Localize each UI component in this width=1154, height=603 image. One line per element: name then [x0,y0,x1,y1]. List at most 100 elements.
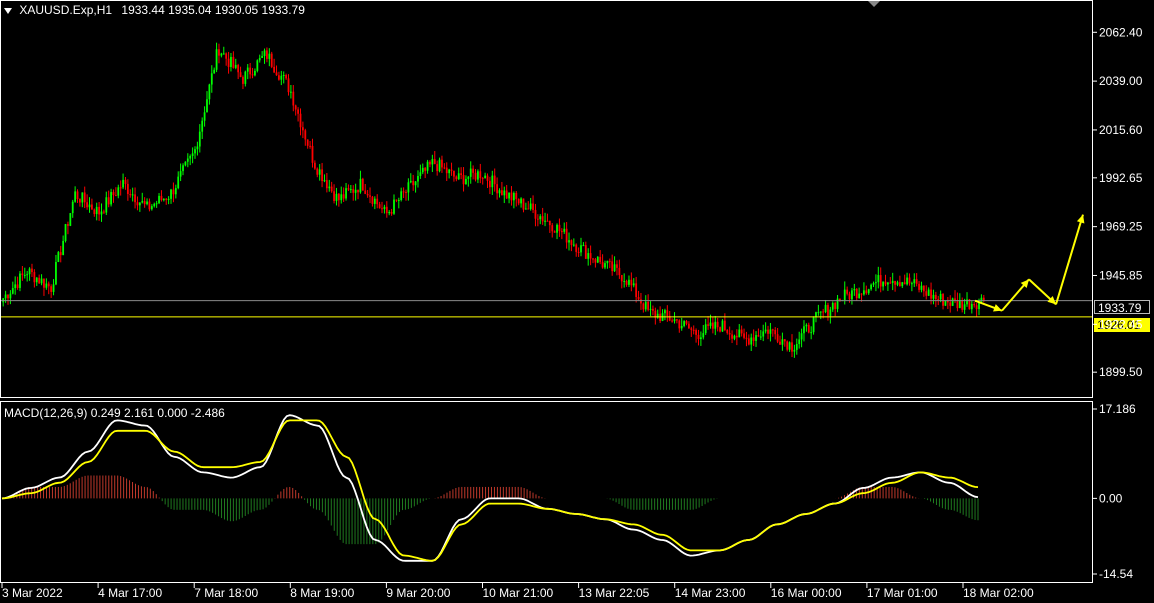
candle-body [340,194,343,201]
candle-body [635,283,638,297]
candle-body [100,211,103,215]
price-tick-label: 2015.60 [1099,123,1143,137]
candle-body [376,198,379,205]
candle-body [879,275,882,287]
candle-body [218,49,220,56]
candle-body [354,189,357,193]
candle-body [508,192,510,199]
forecast-arrows [974,214,1085,312]
candle-body [254,70,256,76]
candle-body [690,328,693,330]
candle-body [409,180,412,183]
candle-body [843,289,846,301]
macd-tick-label: 0.00 [1099,491,1123,505]
scroll-shift-marker[interactable] [868,1,880,7]
candle-body [196,146,199,150]
candle-body [886,282,889,285]
candle-body [664,310,666,314]
candle-body [453,170,455,177]
candle-body [59,252,62,256]
candle-body [747,338,750,345]
candle-body [517,198,520,204]
candle-body [493,175,496,185]
candle-body [855,288,858,299]
candle-body [788,342,791,350]
candle-body [846,289,849,294]
chart-canvas[interactable]: 2062.40 2039.00 2015.60 1992.65 1969.25 1945.… [0,0,1154,603]
candle-body [50,286,53,292]
candle-body [45,283,48,288]
candle-body [503,190,506,196]
candle-body [599,256,602,263]
candle-body [290,91,292,93]
candle-body [565,228,568,243]
candle-body [875,282,877,284]
candle-body [270,53,273,67]
candle-body [9,293,12,299]
candle-body [963,304,966,310]
candle-body [225,53,228,59]
candle-body [83,192,86,203]
candles-layer [2,42,985,358]
candle-body [733,335,736,339]
candle-body [114,195,117,197]
candle-body [714,321,717,329]
macd-tick-label: -14.54 [1099,567,1133,581]
candle-body [922,285,925,292]
candle-body [74,191,77,202]
candle-body [313,162,316,169]
candle-body [287,78,290,93]
candle-body [831,303,834,310]
candle-body [771,329,774,331]
candle-body [426,161,429,171]
candle-body [553,231,556,233]
candle-body [16,284,19,288]
candle-body [652,308,654,311]
price-axis: 2062.40 2039.00 2015.60 1992.65 1969.25 1945.… [1092,25,1143,379]
time-tick-label: 7 Mar 18:00 [194,586,258,600]
candle-body [455,176,458,180]
candle-body [944,300,947,306]
candle-body [532,203,534,210]
candle-body [234,64,237,68]
candle-body [462,175,465,185]
candle-body [762,331,765,337]
candle-body [817,312,820,314]
candle-body [28,268,31,275]
candle-body [673,319,676,322]
candle-body [318,169,321,175]
candle-body [783,339,786,342]
candle-body [743,333,745,338]
candle-body [88,204,91,208]
candle-body [361,178,364,191]
candle-body [764,329,767,332]
candle-body [961,301,964,310]
candle-body [258,57,261,61]
candle-body [484,175,487,179]
candle-body [148,201,151,210]
candle-body [67,224,69,226]
candle-body [676,319,678,321]
candle-body [745,337,748,339]
candle-body [31,268,33,273]
candle-body [884,281,887,285]
macd-line [1,414,979,562]
candle-body [436,164,439,172]
candle-body [791,342,793,352]
candle-body [848,293,851,300]
candle-body [563,228,566,232]
candle-body [719,327,721,332]
candle-body [767,329,769,334]
candle-body [584,245,587,259]
candle-body [138,202,141,206]
candle-body [33,272,36,283]
candle-body [728,332,731,335]
candle-body [112,192,115,196]
candle-body [366,193,369,196]
candle-body [527,208,530,210]
price-tick-label: 1945.85 [1099,268,1143,282]
candle-body [239,72,242,78]
candle-body [412,180,415,186]
candle-body [752,337,755,341]
candle-body [220,53,223,56]
